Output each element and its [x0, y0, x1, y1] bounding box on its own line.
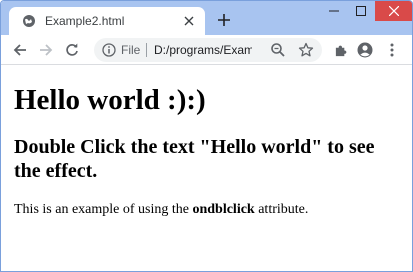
attribute-name: ondblclick	[192, 202, 255, 217]
reload-icon	[66, 43, 78, 56]
globe-icon	[21, 13, 37, 29]
browser-toolbar: File D:/programs/Example2.html	[1, 35, 412, 65]
back-button[interactable]	[10, 40, 30, 60]
extensions-button[interactable]	[333, 42, 349, 58]
reload-button[interactable]	[62, 40, 82, 60]
arrow-right-icon	[40, 44, 53, 56]
tab-example2[interactable]: Example2.html	[9, 7, 205, 35]
browser-window: Example2.html File D:/programs/Exa Hello…	[0, 0, 413, 272]
tab-strip: Example2.html	[1, 1, 412, 35]
minimize-button[interactable]	[320, 1, 348, 21]
paragraph-text-start: This is an example of using the	[14, 202, 193, 217]
scheme-divider	[146, 43, 147, 57]
profile-button[interactable]	[357, 42, 373, 58]
new-tab-button[interactable]	[215, 11, 233, 29]
zoom-icon[interactable]	[270, 42, 286, 58]
hello-world-heading[interactable]: Hello world :):)	[14, 84, 206, 117]
window-close-icon	[389, 6, 399, 16]
page-content: Hello world :):) Double Click the text "…	[1, 66, 412, 271]
kebab-menu-icon	[390, 43, 394, 57]
maximize-icon	[356, 6, 366, 16]
forward-button[interactable]	[36, 40, 56, 60]
maximize-button[interactable]	[347, 1, 375, 21]
tab-title: Example2.html	[45, 14, 125, 28]
star-icon[interactable]	[298, 42, 314, 58]
profile-icon	[357, 42, 373, 58]
window-close-button[interactable]	[375, 1, 412, 21]
info-icon[interactable]	[102, 43, 116, 57]
plus-icon	[218, 14, 230, 26]
browser-menu-button[interactable]	[384, 42, 400, 58]
address-bar[interactable]: File D:/programs/Example2.html	[94, 38, 322, 62]
close-icon[interactable]	[181, 13, 197, 29]
minimize-icon	[329, 10, 339, 12]
scheme-label: File	[121, 43, 141, 57]
puzzle-icon	[335, 45, 346, 56]
paragraph-text-end: attribute.	[254, 202, 309, 217]
url-text[interactable]: D:/programs/Example2.html	[154, 43, 252, 57]
arrow-left-icon	[13, 44, 26, 56]
instruction-heading: Double Click the text "Hello world" to s…	[14, 136, 375, 182]
description-paragraph: This is an example of using the ondblcli…	[14, 202, 308, 218]
